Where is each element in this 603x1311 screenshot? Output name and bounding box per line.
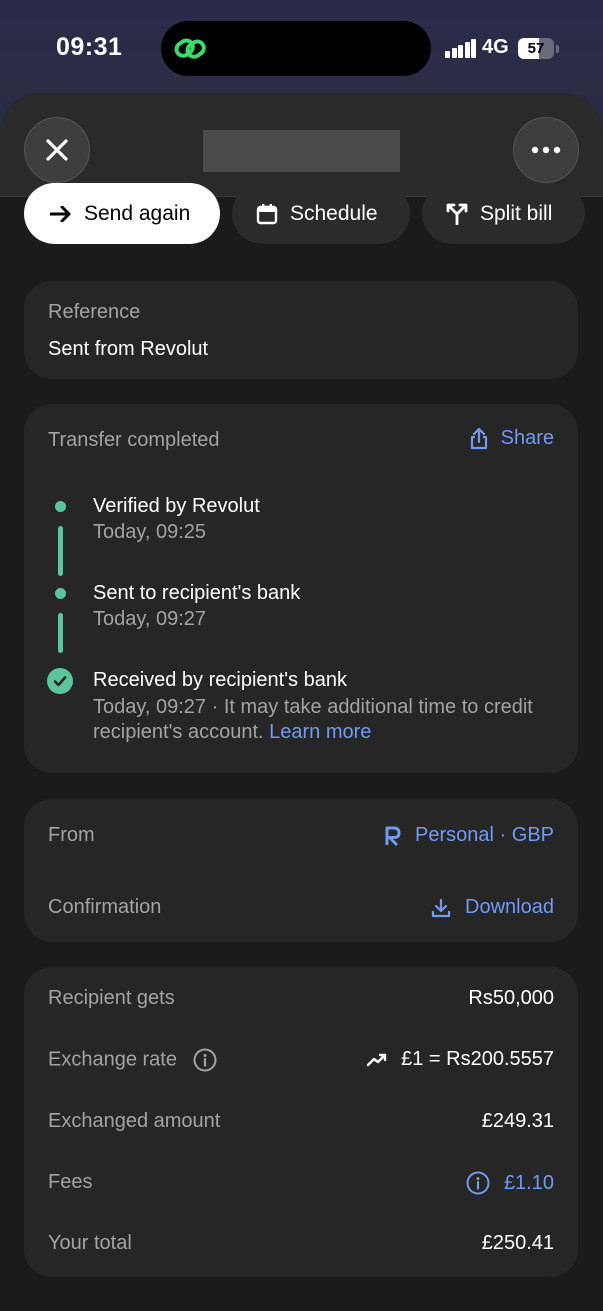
info-icon[interactable]	[193, 1048, 217, 1072]
battery-icon: 57	[518, 38, 554, 59]
revolut-logo-icon	[385, 826, 401, 846]
more-icon	[531, 146, 561, 154]
info-icon	[466, 1171, 490, 1195]
link-icon	[174, 38, 206, 59]
network-type: 4G	[482, 36, 509, 58]
redacted-title	[203, 130, 400, 172]
dynamic-island	[161, 21, 431, 76]
exchange-rate-value: £1 = Rs200.5557	[401, 1048, 554, 1070]
split-bill-label: Split bill	[480, 201, 553, 225]
sheet-header	[0, 93, 603, 197]
more-button[interactable]	[513, 117, 579, 183]
exchange-rate-text: Exchange rate	[48, 1048, 177, 1071]
reference-label: Reference	[48, 301, 141, 323]
exchange-rate-value-row[interactable]: £1 = Rs200.5557	[367, 1048, 554, 1071]
signal-icon	[445, 39, 478, 58]
fees-label: Fees	[48, 1171, 93, 1193]
timeline-line	[58, 613, 63, 653]
exchanged-amount-label: Exchanged amount	[48, 1110, 221, 1132]
step-title: Verified by Revolut	[93, 495, 260, 517]
exchanged-amount-value: £249.31	[481, 1110, 554, 1132]
schedule-button[interactable]: Schedule	[232, 183, 410, 244]
calendar-icon	[256, 203, 278, 224]
share-icon	[470, 427, 487, 449]
total-label: Your total	[48, 1232, 132, 1254]
step-title: Sent to recipient's bank	[93, 582, 301, 604]
from-account-link[interactable]: Personal · GBP	[383, 824, 554, 847]
split-bill-button[interactable]: Split bill	[422, 183, 585, 244]
close-button[interactable]	[24, 117, 90, 183]
download-label: Download	[465, 896, 554, 918]
send-again-label: Send again	[84, 201, 191, 225]
transfer-status-title: Transfer completed	[48, 429, 220, 451]
timeline-dot	[55, 588, 66, 599]
timeline-line	[58, 526, 63, 576]
reference-card: Reference Sent from Revolut	[24, 281, 578, 379]
step-time: Today, 09:27	[93, 608, 207, 630]
reference-value: Sent from Revolut	[48, 338, 209, 360]
transfer-status-card: Transfer completed Share Verified by Rev…	[24, 404, 578, 773]
from-account-value: Personal · GBP	[415, 824, 554, 846]
step-description: Today, 09:27 · It may take additional ti…	[93, 695, 553, 745]
check-icon	[47, 668, 73, 694]
payment-details-card: Recipient gets Rs50,000 Exchange rate £1…	[24, 967, 578, 1277]
battery-percent: 57	[527, 40, 545, 57]
status-bar: 09:31 4G 57	[0, 0, 603, 95]
send-again-button[interactable]: Send again	[24, 183, 220, 244]
recipient-gets-value: Rs50,000	[468, 987, 554, 1009]
trend-up-icon	[367, 1053, 387, 1066]
transaction-sheet: Send again Schedule Split bill Reference…	[0, 93, 603, 1311]
arrow-right-icon	[50, 205, 71, 222]
fees-value: £1.10	[503, 1171, 554, 1194]
exchange-rate-label: Exchange rate	[48, 1048, 217, 1072]
schedule-label: Schedule	[290, 201, 378, 225]
status-time: 09:31	[56, 33, 123, 61]
learn-more-link[interactable]: Learn more	[269, 721, 371, 743]
confirmation-label: Confirmation	[48, 896, 162, 918]
share-label: Share	[500, 427, 554, 449]
action-buttons: Send again Schedule Split bill	[24, 183, 603, 245]
timeline-dot	[55, 501, 66, 512]
battery-tip	[556, 45, 559, 53]
fees-button[interactable]: £1.10	[466, 1171, 554, 1195]
step-time: Today, 09:25	[93, 521, 207, 543]
total-value: £250.41	[481, 1232, 554, 1254]
recipient-gets-label: Recipient gets	[48, 987, 175, 1009]
split-icon	[446, 203, 468, 225]
step-title: Received by recipient's bank	[93, 669, 347, 691]
account-card: From Personal · GBP Confirmation Downloa…	[24, 799, 578, 942]
download-button[interactable]: Download	[431, 896, 554, 919]
download-icon	[431, 898, 451, 917]
close-icon	[46, 139, 68, 161]
from-label: From	[48, 824, 95, 846]
share-button[interactable]: Share	[469, 427, 554, 450]
